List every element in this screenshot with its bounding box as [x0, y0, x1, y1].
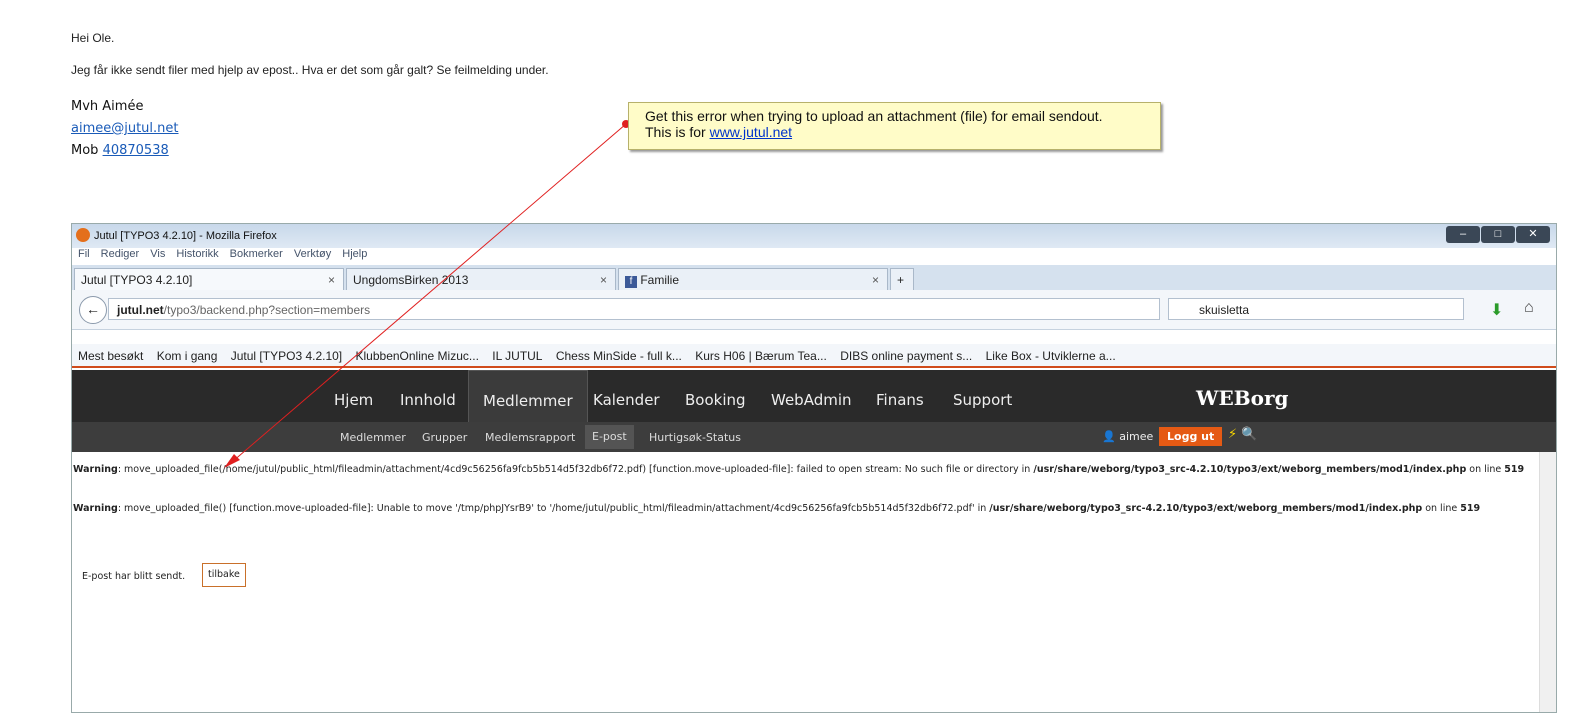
tab-label: UngdomsBirken 2013	[353, 273, 469, 287]
bookmark-item[interactable]: Kom i gang	[157, 349, 218, 363]
tab-familie[interactable]: f Familie ×	[618, 268, 888, 290]
bookmarks-bar: Mest besøkt Kom i gang Jutul [TYPO3 4.2.…	[72, 344, 1556, 368]
mob-label: Mob	[71, 143, 103, 158]
menu-bar: Fil Rediger Vis Historikk Bokmerker Verk…	[78, 248, 375, 264]
menu-help[interactable]: Hjelp	[342, 248, 367, 260]
menu-bookmarks[interactable]: Bokmerker	[230, 248, 283, 260]
email-greeting: Hei Ole.	[71, 31, 115, 45]
subnav-epost[interactable]: E-post	[585, 425, 634, 449]
bookmark-item[interactable]: Kurs H06 | Bærum Tea...	[695, 349, 827, 363]
note-line-2: This is for www.jutul.net	[645, 124, 1160, 140]
firefox-window: Jutul [TYPO3 4.2.10] - Mozilla Firefox –…	[71, 223, 1557, 713]
bookmark-item[interactable]: IL JUTUL	[492, 349, 542, 363]
bookmark-item[interactable]: Chess MinSide - full k...	[556, 349, 682, 363]
tab-label: Familie	[640, 273, 680, 287]
subnav-medlemmer[interactable]: Medlemmer	[340, 431, 406, 444]
warning-text: : move_uploaded_file() [function.move-up…	[117, 503, 990, 514]
menu-file[interactable]: Fil	[78, 248, 90, 260]
subnav-grupper[interactable]: Grupper	[422, 431, 467, 444]
search-value: skuisletta	[1199, 303, 1250, 317]
weborg-sub-nav: Medlemmer Grupper Medlemsrapport E-post …	[72, 422, 1556, 452]
url-path: /typo3/backend.php?section=members	[163, 303, 371, 317]
tab-jutul[interactable]: Jutul [TYPO3 4.2.10] ×	[74, 268, 344, 290]
note-link[interactable]: www.jutul.net	[710, 124, 792, 140]
close-tab-icon[interactable]: ×	[872, 269, 879, 291]
logout-button[interactable]: Logg ut	[1159, 427, 1223, 446]
scrollbar[interactable]	[1539, 452, 1556, 712]
bookmark-item[interactable]: KlubbenOnline Mizuc...	[356, 349, 479, 363]
warning-label: Warning	[73, 464, 118, 475]
tab-label: Jutul [TYPO3 4.2.10]	[81, 273, 193, 287]
username: aimee	[1119, 430, 1154, 443]
subnav-hurtigsok-status[interactable]: Hurtigsøk-Status	[649, 431, 741, 444]
menu-edit[interactable]: Rediger	[101, 248, 140, 260]
tab-strip: Jutul [TYPO3 4.2.10] × UngdomsBirken 201…	[72, 265, 1556, 290]
warning-line: 519	[1504, 464, 1525, 475]
email-message: Jeg får ikke sendt filer med hjelp av ep…	[71, 63, 549, 77]
mob-number-link[interactable]: 40870538	[103, 143, 169, 158]
warning-on: on line	[1466, 464, 1505, 475]
nav-innhold[interactable]: Innhold	[400, 370, 456, 422]
sent-confirmation: E-post har blitt sendt.	[82, 571, 186, 582]
content-area: Warning: move_uploaded_file(/home/jutul/…	[72, 452, 1538, 712]
url-bar[interactable]: jutul.net/typo3/backend.php?section=memb…	[108, 298, 1160, 320]
bookmark-item[interactable]: Mest besøkt	[78, 349, 143, 363]
close-tab-icon[interactable]: ×	[328, 269, 335, 291]
weborg-main-nav: Hjem Innhold Medlemmer Kalender Booking …	[72, 370, 1556, 423]
firefox-icon	[76, 228, 90, 242]
note-line-1: Get this error when trying to upload an …	[645, 108, 1103, 124]
url-domain: jutul.net	[117, 303, 164, 317]
user-icon: 👤	[1102, 430, 1116, 443]
user-label: 👤 aimee	[1102, 430, 1153, 443]
back-link-button[interactable]: tilbake	[202, 563, 246, 587]
warning-text: : move_uploaded_file(/home/jutul/public_…	[117, 464, 1034, 475]
nav-finans[interactable]: Finans	[876, 370, 924, 422]
signature-name: Mvh Aimée	[71, 99, 144, 114]
new-tab-button[interactable]: +	[890, 268, 914, 290]
email-link[interactable]: aimee@jutul.net	[71, 121, 179, 136]
nav-booking[interactable]: Booking	[685, 370, 746, 422]
facebook-icon: f	[625, 276, 637, 288]
bookmark-item[interactable]: Jutul [TYPO3 4.2.10]	[231, 349, 342, 363]
nav-support[interactable]: Support	[953, 370, 1012, 422]
warning-on: on line	[1422, 503, 1461, 514]
tab-ungdomsbirken[interactable]: UngdomsBirken 2013 ×	[346, 268, 616, 290]
warning-label: Warning	[73, 503, 118, 514]
navigation-bar: ← jutul.net/typo3/backend.php?section=me…	[72, 290, 1556, 330]
close-window-button[interactable]: ✕	[1516, 226, 1550, 243]
note-prefix: This is for	[645, 124, 710, 140]
warning-message-2: Warning: move_uploaded_file() [function.…	[73, 503, 1533, 515]
maximize-button[interactable]: □	[1481, 226, 1515, 243]
menu-view[interactable]: Vis	[150, 248, 165, 260]
download-icon[interactable]: ⬇	[1490, 300, 1503, 320]
title-bar: Jutul [TYPO3 4.2.10] - Mozilla Firefox –…	[72, 224, 1556, 248]
bookmark-item[interactable]: DIBS online payment s...	[840, 349, 972, 363]
nav-hjem[interactable]: Hjem	[334, 370, 373, 422]
menu-tools[interactable]: Verktøy	[294, 248, 331, 260]
minimize-button[interactable]: –	[1446, 226, 1480, 243]
warning-line: 519	[1460, 503, 1481, 514]
bookmark-item[interactable]: Like Box - Utviklerne a...	[986, 349, 1116, 363]
search-field[interactable]: skuisletta	[1168, 298, 1464, 320]
window-title: Jutul [TYPO3 4.2.10] - Mozilla Firefox	[94, 230, 277, 242]
warning-path: /usr/share/weborg/typo3_src-4.2.10/typo3…	[989, 503, 1423, 514]
email-signature: Mvh Aimée aimee@jutul.net Mob 40870538	[71, 96, 179, 162]
close-tab-icon[interactable]: ×	[600, 269, 607, 291]
warning-path: /usr/share/weborg/typo3_src-4.2.10/typo3…	[1033, 464, 1467, 475]
nav-medlemmer[interactable]: Medlemmer	[468, 370, 588, 423]
nav-kalender[interactable]: Kalender	[593, 370, 660, 422]
lightning-icon[interactable]: ⚡ 🔍	[1228, 427, 1257, 442]
warning-message-1: Warning: move_uploaded_file(/home/jutul/…	[73, 464, 1533, 476]
menu-history[interactable]: Historikk	[176, 248, 218, 260]
back-button[interactable]: ←	[79, 296, 107, 324]
home-icon[interactable]: ⌂	[1524, 299, 1534, 317]
annotation-note: Get this error when trying to upload an …	[628, 102, 1161, 150]
subnav-medlemsrapport[interactable]: Medlemsrapport	[485, 431, 575, 444]
weborg-logo: WEBorg	[1196, 386, 1289, 410]
nav-webadmin[interactable]: WebAdmin	[771, 370, 852, 422]
